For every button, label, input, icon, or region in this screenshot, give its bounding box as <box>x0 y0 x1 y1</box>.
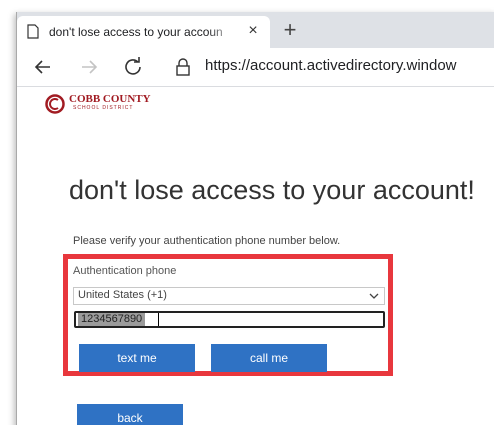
text-caret <box>158 313 159 326</box>
logo-subtitle: SCHOOL DISTRICT <box>73 105 134 111</box>
page-icon <box>27 24 39 39</box>
arrow-right-icon[interactable] <box>77 55 101 79</box>
call-me-button[interactable]: call me <box>211 344 327 372</box>
tab-title-fade <box>207 20 239 44</box>
district-logo: COBB COUNTY SCHOOL DISTRICT <box>45 92 175 116</box>
phone-number-value: 1234567890 <box>78 313 146 326</box>
browser-tab[interactable]: don't lose access to your accoun × <box>17 16 270 48</box>
lock-icon[interactable] <box>175 57 191 77</box>
page-title: don't lose access to your account! <box>69 175 475 205</box>
refresh-icon[interactable] <box>121 55 145 79</box>
phone-number-input[interactable]: 1234567890 <box>74 311 385 328</box>
page-content: COBB COUNTY SCHOOL DISTRICT don't lose a… <box>17 87 494 425</box>
country-code-value: United States (+1) <box>78 289 167 301</box>
address-bar[interactable]: https://account.activedirectory.window <box>205 57 457 74</box>
new-tab-icon[interactable]: + <box>279 19 301 42</box>
logo-emblem-icon <box>45 94 65 114</box>
instructions-text: Please verify your authentication phone … <box>73 235 341 247</box>
arrow-left-icon[interactable] <box>31 55 55 79</box>
browser-window: don't lose access to your accoun × + htt… <box>16 12 494 425</box>
text-me-button[interactable]: text me <box>79 344 195 372</box>
chevron-down-icon <box>369 293 379 299</box>
browser-toolbar: https://account.activedirectory.window <box>17 48 494 87</box>
close-icon[interactable]: × <box>244 22 262 40</box>
tab-strip: don't lose access to your accoun × + <box>17 12 494 48</box>
country-code-select[interactable]: United States (+1) <box>73 287 385 305</box>
back-button[interactable]: back <box>77 404 183 425</box>
screenshot: don't lose access to your accoun × + htt… <box>0 0 494 425</box>
authentication-phone-label: Authentication phone <box>73 265 177 277</box>
logo-name: COBB COUNTY <box>69 93 151 105</box>
